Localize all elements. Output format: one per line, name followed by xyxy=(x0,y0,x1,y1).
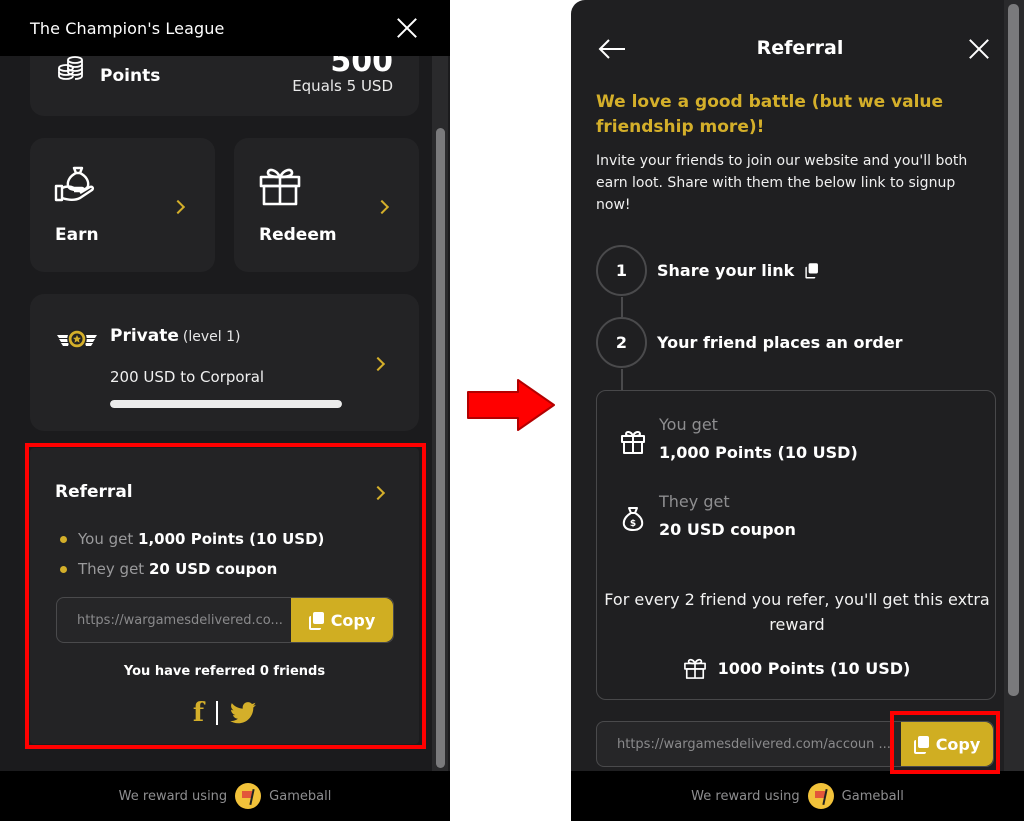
extra-reward-text: For every 2 friend you refer, you'll get… xyxy=(604,590,990,634)
rank-badge-icon xyxy=(57,329,97,349)
chevron-right-icon[interactable] xyxy=(370,356,386,372)
gameball-logo-icon xyxy=(235,783,262,809)
level-progress-bar xyxy=(110,400,342,408)
level-number: (level 1) xyxy=(182,329,241,345)
step-share-link: 1 Share your link xyxy=(596,245,820,296)
scrollbar-thumb[interactable] xyxy=(436,128,445,768)
money-bag-icon: $ xyxy=(622,507,644,531)
gift-icon xyxy=(621,430,645,454)
widget-title: The Champion's League xyxy=(30,18,225,38)
reward-value: 20 USD coupon xyxy=(659,520,796,539)
redeem-tile[interactable]: Redeem xyxy=(234,138,419,272)
extra-reward: 1000 Points (10 USD) xyxy=(597,657,997,679)
gift-icon xyxy=(259,168,301,206)
referral-link-field: Copy xyxy=(596,721,994,767)
chevron-right-icon[interactable] xyxy=(170,199,186,215)
benefit-prefix: They get xyxy=(78,560,145,578)
footer-brand[interactable]: Gameball xyxy=(269,789,331,804)
referral-card: Referral You get 1,000 Points (10 USD) T… xyxy=(30,448,419,744)
rewards-box: You get 1,000 Points (10 USD) $ They get… xyxy=(596,390,996,700)
points-equivalent: Equals 5 USD xyxy=(292,77,393,95)
gameball-logo-icon xyxy=(807,783,834,809)
referral-page-title: Referral xyxy=(756,37,844,59)
list-item: They get 20 USD coupon xyxy=(60,554,324,584)
points-label: Points xyxy=(100,66,161,86)
powered-by-footer: We reward using Gameball xyxy=(571,771,1024,821)
divider xyxy=(216,701,219,725)
level-card[interactable]: Private (level 1) 200 USD to Corporal xyxy=(30,294,419,431)
referral-benefits-list: You get 1,000 Points (10 USD) They get 2… xyxy=(60,524,324,584)
referral-detail-panel: Referral We love a good battle (but we v… xyxy=(571,0,1024,821)
step-number: 2 xyxy=(596,317,647,368)
referral-description: Invite your friends to join our website … xyxy=(596,153,968,213)
footer-prefix: We reward using xyxy=(691,788,800,804)
copy-icon xyxy=(308,611,325,630)
reward-subtitle: They get xyxy=(659,492,730,511)
chevron-right-icon[interactable] xyxy=(374,199,390,215)
referral-header: Referral xyxy=(571,24,1001,74)
referral-link-field: Copy xyxy=(56,597,394,643)
referral-headline: We love a good battle (but we value frie… xyxy=(596,92,944,137)
step-friend-orders: 2 Your friend places an order xyxy=(596,317,903,368)
step-text: Your friend places an order xyxy=(657,333,903,352)
copy-label: Copy xyxy=(935,734,981,754)
gift-icon xyxy=(683,658,706,679)
benefit-value: 1,000 Points (10 USD) xyxy=(138,530,325,548)
copy-button[interactable]: Copy xyxy=(901,722,993,766)
step-text: Share your link xyxy=(657,261,795,280)
svg-text:$: $ xyxy=(630,519,636,529)
close-icon[interactable] xyxy=(968,38,990,60)
copy-button[interactable]: Copy xyxy=(291,598,393,642)
copy-label: Copy xyxy=(330,610,376,630)
earn-tile[interactable]: Earn xyxy=(30,138,215,272)
widget-header: The Champion's League xyxy=(0,0,450,56)
benefit-value: 20 USD coupon xyxy=(148,560,278,578)
reward-value: 1,000 Points (10 USD) xyxy=(659,443,858,462)
copy-icon xyxy=(913,735,930,754)
level-title: Private (level 1) xyxy=(110,326,240,346)
twitter-icon[interactable] xyxy=(230,702,257,724)
benefit-prefix: You get xyxy=(78,530,134,548)
next-level-text: 200 USD to Corporal xyxy=(110,368,265,386)
referral-title: Referral xyxy=(55,482,133,502)
loyalty-widget-home: The Champion's League Points 500 Equals … xyxy=(0,0,450,821)
chevron-right-icon[interactable] xyxy=(370,485,386,501)
list-item: You get 1,000 Points (10 USD) xyxy=(60,524,324,554)
step-connector xyxy=(621,297,623,317)
footer-brand[interactable]: Gameball xyxy=(842,789,904,804)
step-label: Share your link xyxy=(657,261,820,280)
level-progress-fill xyxy=(110,400,342,408)
level-name: Private xyxy=(110,326,179,346)
referred-count-text: You have referred 0 friends xyxy=(123,664,326,679)
copy-icon[interactable] xyxy=(805,263,819,279)
facebook-icon[interactable]: f xyxy=(193,698,204,728)
footer-prefix: We reward using xyxy=(118,788,228,804)
money-bag-hand-icon xyxy=(54,166,95,202)
referral-link-input[interactable] xyxy=(57,598,291,642)
social-share: f xyxy=(30,698,419,728)
right-arrow-icon xyxy=(467,379,555,431)
referral-link-input[interactable] xyxy=(597,722,901,766)
step-number: 1 xyxy=(596,245,647,296)
close-icon[interactable] xyxy=(396,17,418,39)
step-connector xyxy=(621,369,623,391)
redeem-label: Redeem xyxy=(259,225,337,245)
powered-by-footer: We reward using Gameball xyxy=(0,771,450,821)
coins-icon xyxy=(58,56,83,80)
earn-label: Earn xyxy=(55,225,99,245)
reward-subtitle: You get xyxy=(659,415,718,434)
step-label: Your friend places an order xyxy=(657,333,903,352)
extra-reward-value: 1000 Points (10 USD) xyxy=(717,658,911,678)
scrollbar-thumb[interactable] xyxy=(1008,4,1019,696)
